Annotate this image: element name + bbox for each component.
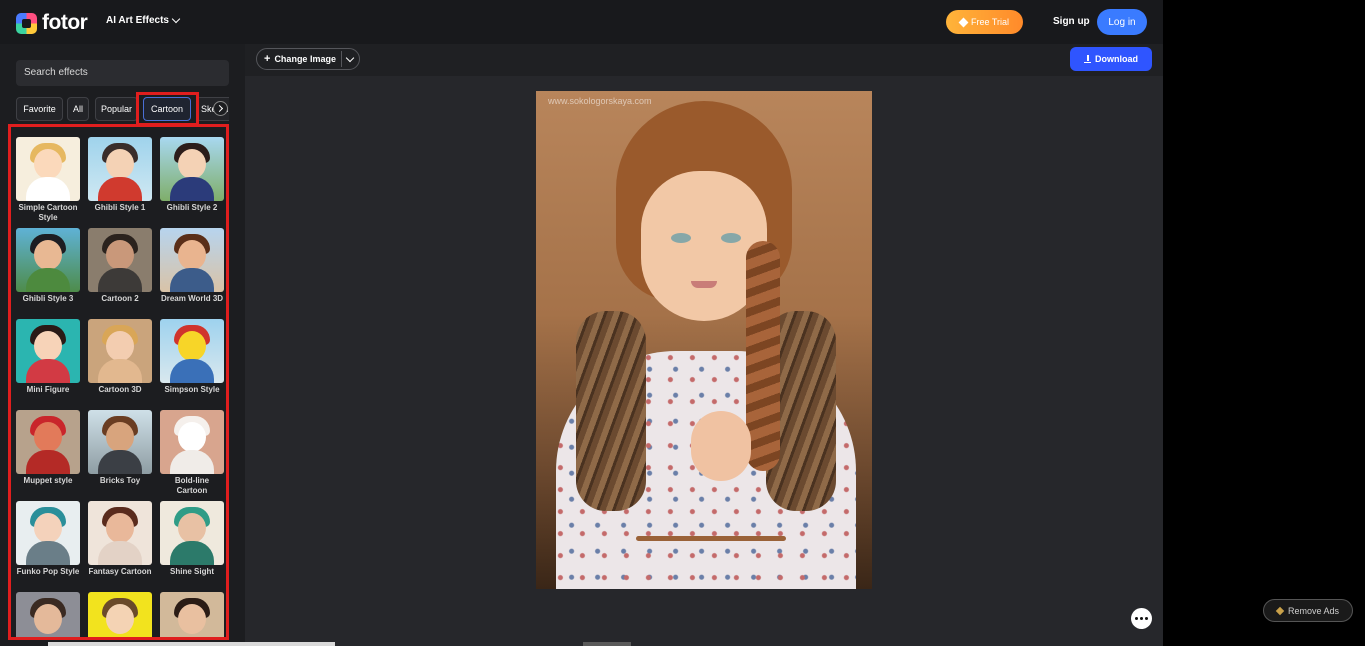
highlight-effects-grid	[8, 124, 229, 640]
tab-all[interactable]: All	[67, 97, 89, 121]
change-image-button[interactable]: + Change Image	[256, 48, 360, 70]
change-image-label: Change Image	[274, 54, 336, 64]
download-icon	[1084, 55, 1091, 63]
remove-ads-label: Remove Ads	[1287, 605, 1340, 616]
tab-popular[interactable]: Popular	[95, 97, 138, 121]
free-trial-button[interactable]: Free Trial	[946, 10, 1023, 34]
tabs-next-button[interactable]	[213, 101, 228, 116]
logo-text: fotor	[42, 11, 88, 34]
effects-sidebar: Search effects Favorite All Popular Cart…	[0, 44, 245, 646]
chevron-down-icon	[171, 14, 181, 24]
free-trial-label: Free Trial	[970, 17, 1009, 27]
uploaded-photo: www.sokologorskaya.com	[536, 91, 872, 589]
dot	[1140, 617, 1143, 620]
fotor-logo[interactable]: fotor	[16, 11, 88, 35]
remove-ads-button[interactable]: Remove Ads	[1263, 599, 1353, 622]
dot	[1145, 617, 1148, 620]
ai-art-effects-menu[interactable]: AI Art Effects	[106, 14, 181, 26]
top-bar: fotor AI Art Effects Free Trial Sign up …	[0, 0, 1163, 44]
divider	[341, 51, 342, 67]
dot	[1135, 617, 1138, 620]
plus-icon: +	[264, 53, 271, 65]
diamond-icon	[1275, 606, 1285, 615]
download-label: Download	[1095, 54, 1138, 64]
highlight-cartoon-tab	[136, 92, 199, 126]
more-options-button[interactable]	[1131, 608, 1152, 629]
fotor-logo-icon	[16, 12, 37, 34]
log-in-button[interactable]: Log in	[1097, 9, 1147, 35]
horizontal-scrollbar-thumb[interactable]	[583, 642, 631, 646]
photo-watermark: www.sokologorskaya.com	[548, 96, 652, 106]
chevron-down-icon[interactable]	[345, 53, 355, 63]
chevron-right-icon	[215, 104, 224, 113]
sign-up-link[interactable]: Sign up	[1053, 16, 1090, 27]
search-effects-input[interactable]: Search effects	[16, 60, 229, 86]
diamond-icon	[958, 17, 969, 27]
menu-label: AI Art Effects	[106, 15, 169, 26]
tab-favorite[interactable]: Favorite	[16, 97, 63, 121]
download-button[interactable]: Download	[1070, 47, 1152, 71]
horizontal-scrollbar[interactable]	[48, 642, 335, 646]
fotor-app: fotor AI Art Effects Free Trial Sign up …	[0, 0, 1163, 646]
editor-toolbar	[245, 44, 1163, 76]
